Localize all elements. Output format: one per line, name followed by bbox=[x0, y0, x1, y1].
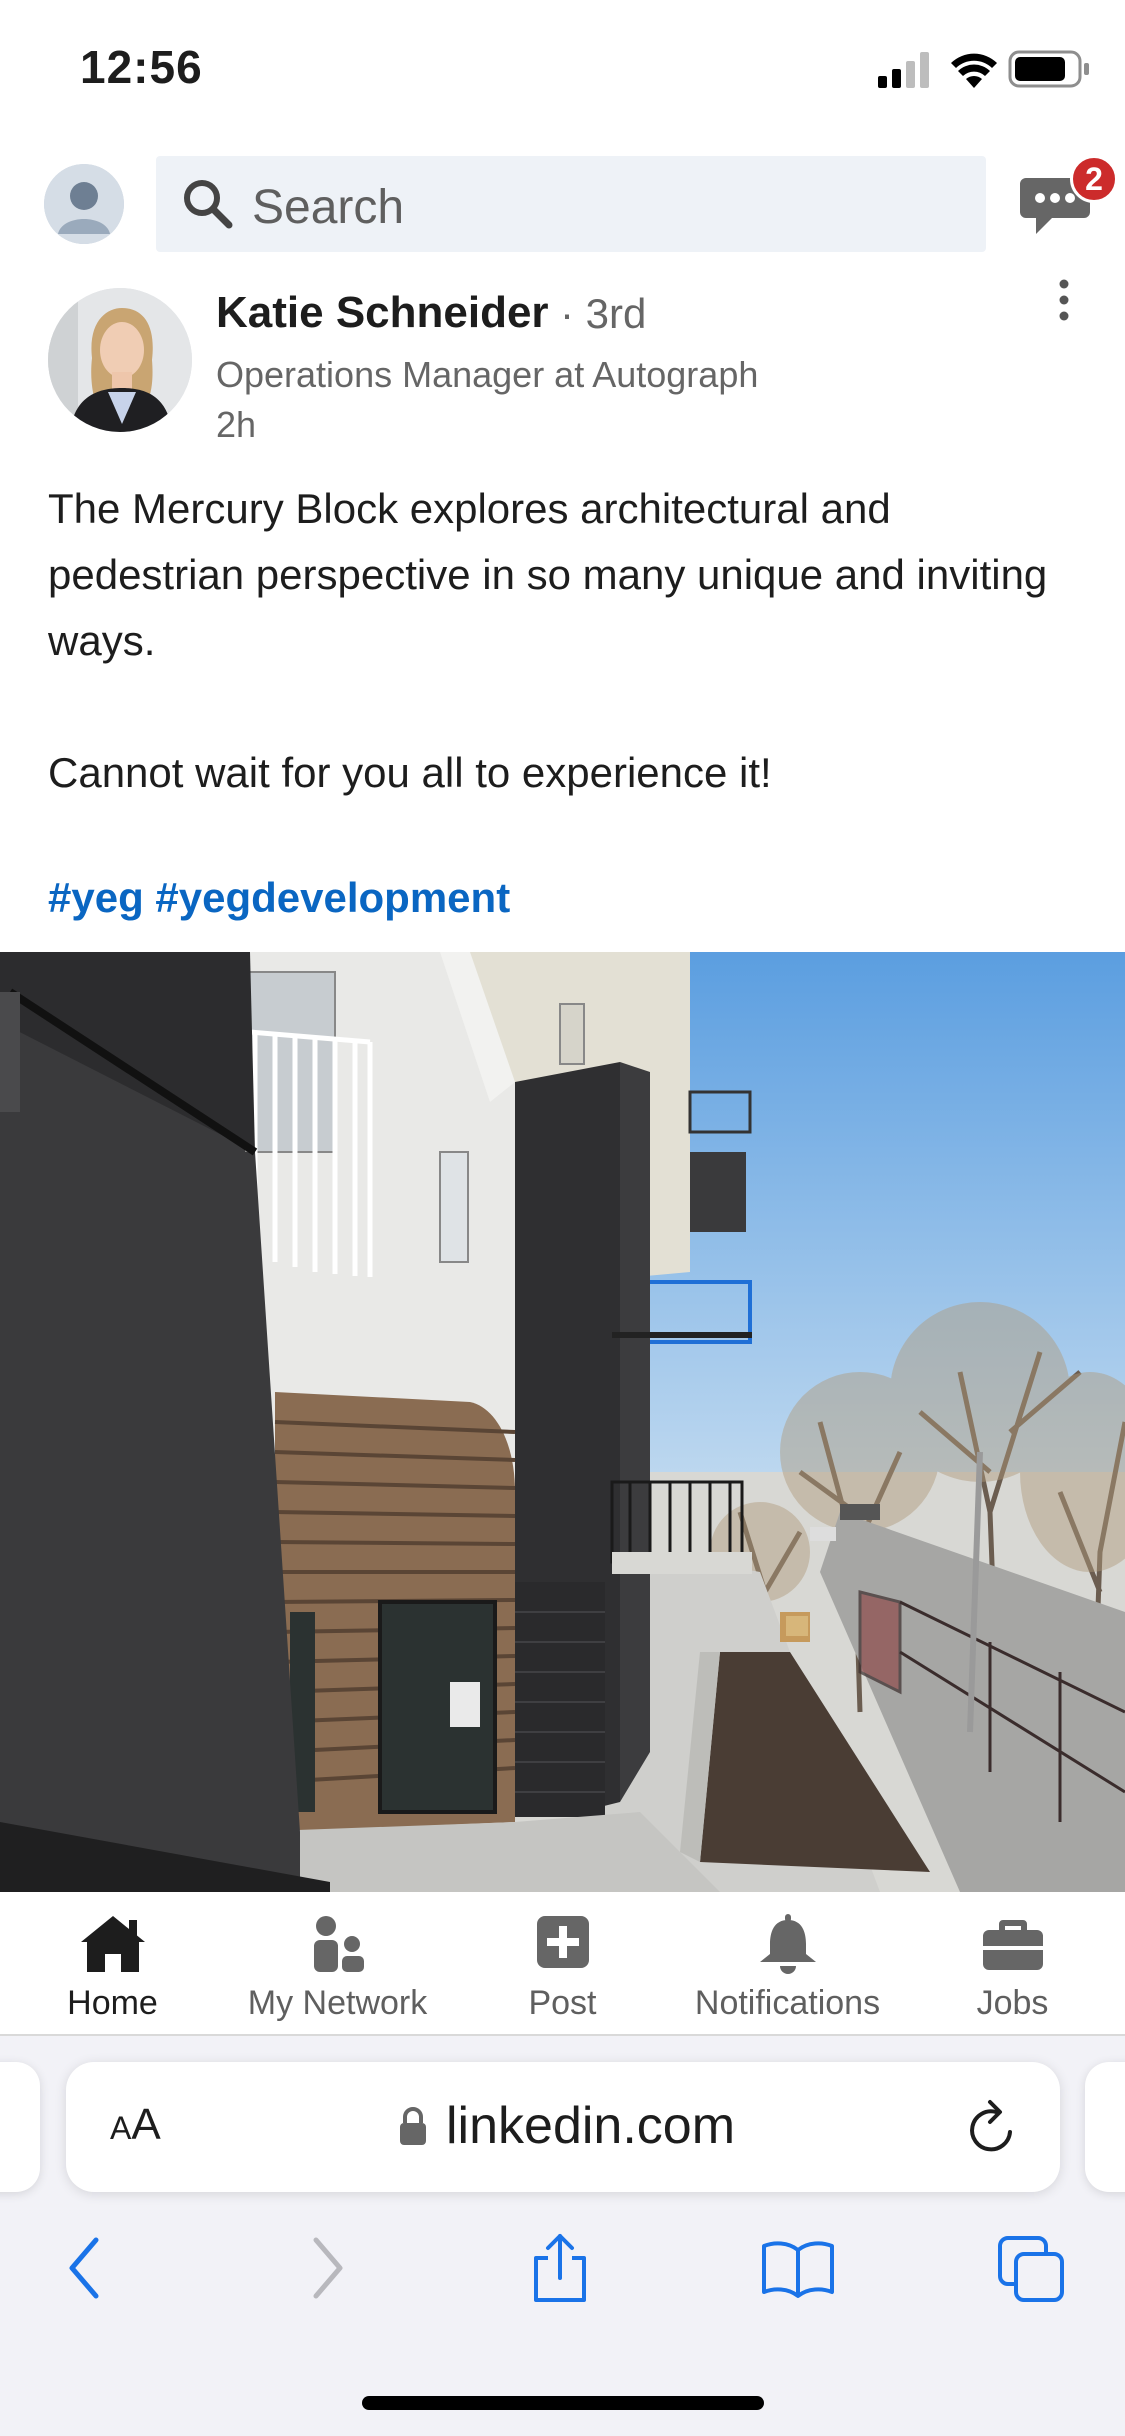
nav-my-network-label: My Network bbox=[247, 1984, 428, 2022]
author-name[interactable]: Katie Schneider bbox=[216, 288, 549, 338]
post-hashtags[interactable]: #yeg #yegdevelopment bbox=[48, 874, 510, 922]
briefcase-icon bbox=[982, 1920, 1043, 1970]
post-text-paragraph-1: The Mercury Block explores architectural… bbox=[48, 485, 1048, 664]
battery-icon bbox=[1008, 50, 1089, 88]
next-tab-peek[interactable] bbox=[1085, 2062, 1125, 2192]
post-text-paragraph-2: Cannot wait for you all to experience it… bbox=[48, 749, 772, 796]
reload-icon[interactable] bbox=[966, 2098, 1020, 2156]
url-text[interactable]: linkedin.com bbox=[446, 2096, 735, 2156]
share-icon[interactable] bbox=[528, 2232, 592, 2304]
status-time: 12:56 bbox=[80, 41, 203, 93]
nav-jobs-label: Jobs bbox=[976, 1984, 1049, 2022]
more-options-icon[interactable] bbox=[1054, 278, 1074, 326]
author-photo[interactable] bbox=[48, 288, 192, 432]
author-portrait-image bbox=[48, 288, 192, 432]
nav-home-label: Home bbox=[67, 1984, 158, 2022]
post-body: The Mercury Block explores architectural… bbox=[48, 476, 1088, 806]
messages-badge: 2 bbox=[1070, 155, 1118, 203]
nav-my-network[interactable]: My Network bbox=[225, 1892, 450, 2036]
nav-post[interactable]: Post bbox=[450, 1892, 675, 2036]
avatar-placeholder-icon bbox=[44, 164, 124, 244]
bottom-navigation: Home My Network Post Notifications Jobs bbox=[0, 1892, 1125, 2036]
search-placeholder: Search bbox=[252, 181, 405, 234]
nav-post-label: Post bbox=[528, 1984, 597, 2022]
connection-degree: · 3rd bbox=[560, 290, 647, 337]
aa-small-letter: A bbox=[110, 2110, 132, 2146]
back-chevron-icon[interactable] bbox=[60, 2232, 110, 2304]
bell-icon bbox=[759, 1914, 816, 1974]
post-image[interactable] bbox=[0, 952, 1125, 1892]
building-photo bbox=[0, 952, 1125, 1892]
nav-jobs[interactable]: Jobs bbox=[900, 1892, 1125, 2036]
aa-large-letter: A bbox=[131, 2100, 161, 2149]
post-timestamp: 2h bbox=[216, 404, 257, 445]
lock-icon bbox=[400, 2107, 426, 2145]
cellular-signal-icon bbox=[878, 52, 929, 88]
user-avatar[interactable] bbox=[44, 164, 124, 244]
search-icon bbox=[184, 180, 233, 229]
bookmarks-icon[interactable] bbox=[760, 2232, 836, 2304]
nav-notifications[interactable]: Notifications bbox=[675, 1892, 900, 2036]
my-network-icon bbox=[313, 1916, 364, 1972]
wifi-icon bbox=[951, 53, 997, 88]
reader-text-size-button[interactable]: AA bbox=[110, 2100, 161, 2150]
home-indicator bbox=[362, 2396, 764, 2410]
author-headline: Operations Manager at Autograph bbox=[216, 354, 759, 395]
nav-home[interactable]: Home bbox=[0, 1892, 225, 2036]
status-icons bbox=[878, 50, 1089, 88]
previous-tab-peek[interactable] bbox=[0, 2062, 40, 2192]
home-icon bbox=[80, 1916, 145, 1972]
post-plus-icon bbox=[536, 1916, 589, 1968]
nav-notifications-label: Notifications bbox=[694, 1984, 881, 2022]
forward-chevron-icon[interactable] bbox=[302, 2232, 352, 2304]
tabs-icon[interactable] bbox=[996, 2232, 1068, 2304]
